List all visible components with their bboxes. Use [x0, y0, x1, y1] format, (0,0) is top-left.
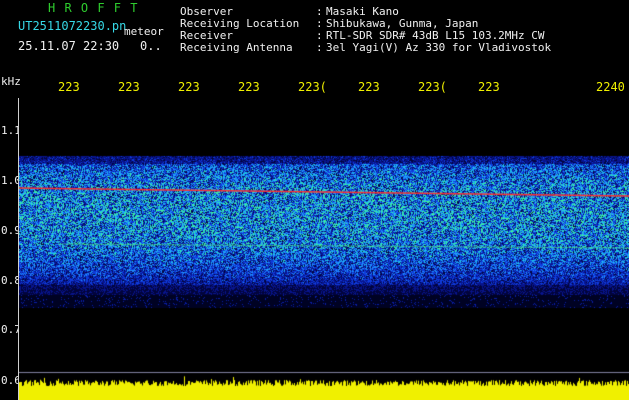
y-axis-line	[18, 98, 19, 400]
x-tick-label: 2240	[596, 80, 625, 94]
spectrogram-waterfall	[18, 98, 629, 400]
info-label-antenna: Receiving Antenna	[180, 41, 293, 54]
x-tick-label: 223	[358, 80, 380, 94]
datetime-label: 25.11.07 22:30	[18, 39, 120, 53]
x-tick-label: 223	[58, 80, 80, 94]
x-tick-label: 223	[238, 80, 260, 94]
info-value-antenna: 3el Yagi(V) Az 330 for Vladivostok	[326, 41, 552, 54]
y-unit-label: kHz	[1, 75, 21, 88]
filename-label: UT2511072230.pn	[18, 19, 127, 33]
x-tick-label: 223	[118, 80, 140, 94]
x-tick-label: 223	[178, 80, 200, 94]
app-brand: H R O F F T	[48, 1, 139, 15]
detection-tag: meteor	[124, 25, 164, 38]
count-label: 0..	[140, 39, 162, 53]
x-tick-label: 223(	[298, 80, 327, 94]
info-sep: :	[316, 41, 323, 54]
x-tick-label: 223(	[418, 80, 447, 94]
x-tick-label: 223	[478, 80, 500, 94]
